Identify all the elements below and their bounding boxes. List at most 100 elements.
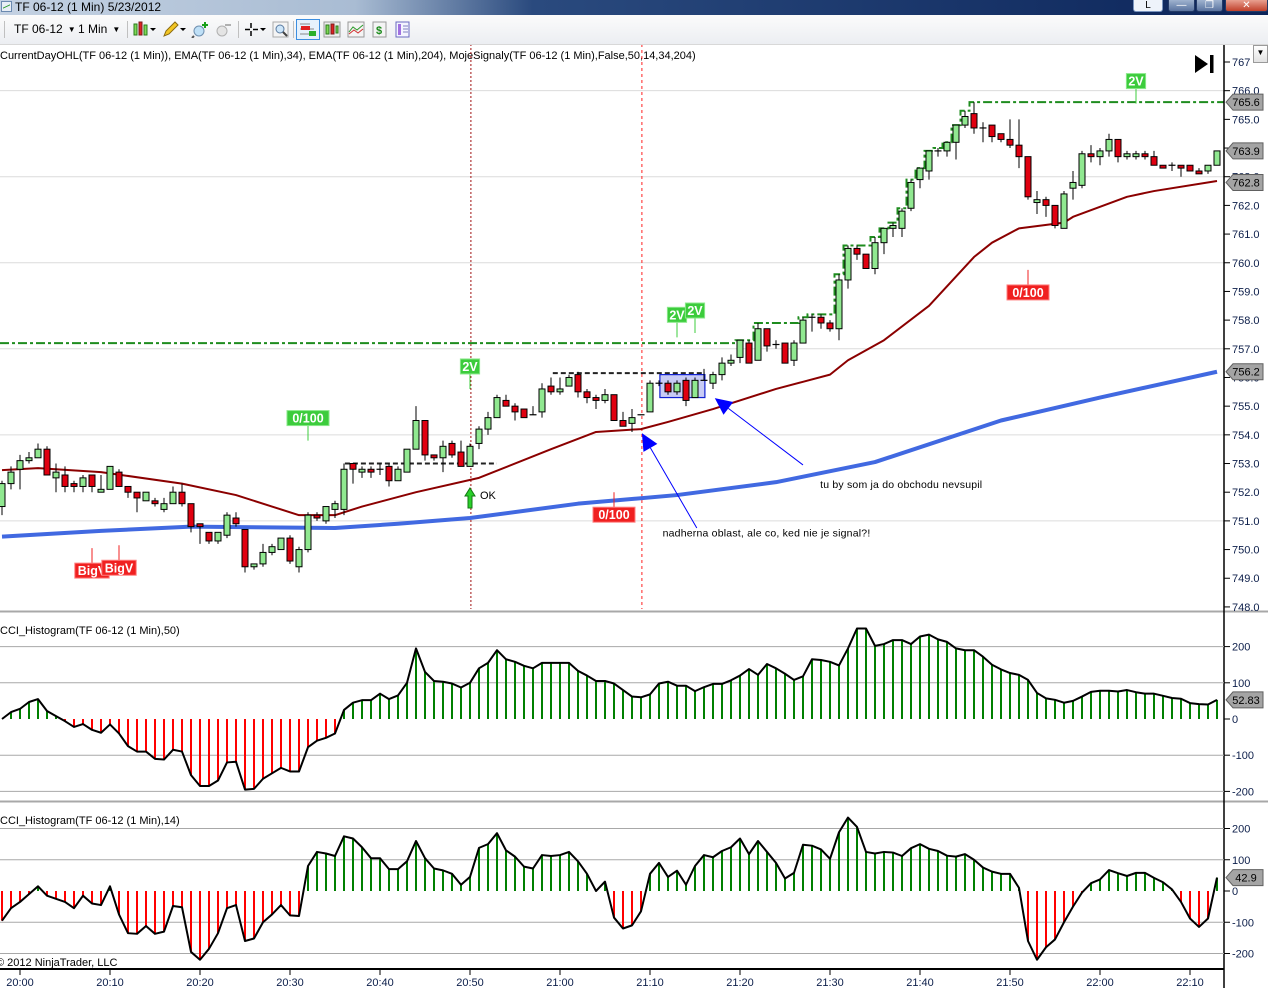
candle-body-up [907,181,915,209]
candlestick [574,371,582,398]
price-axis-label: 750.0 [1232,545,1260,557]
candlestick [376,463,384,475]
candlestick [610,394,618,421]
signal-text: 2V [669,308,685,322]
signal-label-0-100[interactable]: 0/100 [286,410,330,441]
candlestick [727,354,735,367]
candle-body-up [844,247,852,281]
candlestick [502,394,510,407]
candlestick [1150,150,1158,166]
toolbar-divider [293,21,294,38]
candlestick [1114,138,1122,163]
signal-label-0-100[interactable]: 0/100 [592,492,636,523]
scroll-dropdown-button[interactable]: ▼ [1253,45,1268,63]
candle-body-up [1060,193,1068,229]
signal-text: 2V [462,360,478,374]
candlestick [1186,164,1194,172]
cci-line [1,816,1218,961]
signal-label-2v[interactable]: 2V [1125,73,1147,104]
candlestick [70,480,78,493]
time-axis-label: 20:20 [186,977,214,988]
annotation-text[interactable]: nadherna oblast, ale co, ked nie je sign… [663,528,871,540]
candle-body-up [250,563,258,568]
candle-body-up [1132,153,1140,158]
signal-text: BigV [105,561,134,575]
pencil-drawing-icon[interactable] [162,21,186,38]
signal-label-0-100[interactable]: 0/100 [1006,269,1050,301]
annotation-arrowhead-icon [714,398,734,415]
candlestick [799,317,807,344]
instrument-selector[interactable]: TF 06-12 ▼ [14,20,76,39]
candlestick [268,543,276,556]
signal-label-2v[interactable]: 2V [666,306,688,338]
close-button[interactable]: ✕ [1225,0,1268,12]
price-axis-label: 748.0 [1232,602,1260,614]
candle-body-up [727,359,735,364]
dollar-icon[interactable]: $ [372,21,390,38]
chart-canvas[interactable]: CurrentDayOHL(TF 06-12 (1 Min)), EMA(TF … [0,0,1268,988]
candlestick [52,463,60,493]
copyright-text: © 2012 NinjaTrader, LLC [0,957,117,969]
crosshair-icon[interactable] [244,21,266,38]
bar-type-icon[interactable] [133,21,156,38]
annotation-text[interactable]: tu by som ja do obchodu nevsupil [820,479,982,491]
candle-body-down [1159,164,1167,169]
candlestick [484,411,492,435]
candle-body-up [889,224,897,229]
candle-body-up [673,382,681,393]
candle-body-up [565,376,573,387]
candlestick [565,374,573,387]
time-axis-label: 21:10 [636,977,664,988]
candlestick [403,448,411,473]
candlestick [1024,156,1032,200]
candle-body-down [1195,170,1203,175]
candle-body-up [214,531,222,542]
candle-body-down [1015,144,1023,158]
last-price-tag: 756.2 [1225,363,1264,381]
candle-body-up [916,167,924,181]
candlestick [1078,150,1086,189]
candle-body-down [421,420,429,456]
cci-axis-label: 0 [1232,886,1238,898]
signal-text: 0/100 [1012,286,1043,300]
candle-body-down [862,253,870,269]
properties-icon[interactable] [395,21,413,38]
scroll-to-end-button[interactable] [1195,55,1214,73]
candlestick [0,480,6,516]
candlestick [745,340,753,364]
candle-body-down [187,503,195,528]
annotation-arrow-line[interactable] [728,407,804,466]
indicators-icon[interactable] [347,21,365,38]
signal-label-2v[interactable]: 2V [459,358,481,389]
candlestick [304,512,312,553]
minimize-button[interactable]: — [1168,0,1195,12]
candle-body-down [763,328,771,347]
maximize-button[interactable]: ❐ [1196,0,1223,12]
signal-label-bigv[interactable]: BigV [101,545,137,576]
annotation-arrow-line[interactable] [649,447,698,529]
candlestick [1159,164,1167,169]
candle-body-down [1150,156,1158,166]
zoom-out-icon[interactable] [214,21,232,38]
candlestick [511,403,519,421]
candle-body-up [394,468,402,482]
candlestick [1042,196,1050,217]
magnifier-icon[interactable] [272,21,290,38]
candle-body-up [439,445,447,459]
strategies-icon[interactable] [323,21,341,38]
chart-trader-button[interactable] [296,19,320,40]
signal-label-2v[interactable]: 2V [684,302,706,334]
candle-body-down [970,113,978,129]
candlestick [880,227,888,255]
candle-body-up [961,115,969,126]
interval-selector[interactable]: 1 Min ▼ [78,20,120,39]
language-button[interactable]: L [1133,0,1163,12]
candle-body-up [277,537,285,551]
candle-body-down [1114,138,1122,158]
zoom-in-icon[interactable] [191,21,209,39]
price-axis-label: 749.0 [1232,573,1260,585]
candle-body-down [349,463,357,470]
price-tag-text: 42.9 [1235,873,1256,885]
candlestick [1015,119,1023,169]
candlestick [214,531,222,544]
